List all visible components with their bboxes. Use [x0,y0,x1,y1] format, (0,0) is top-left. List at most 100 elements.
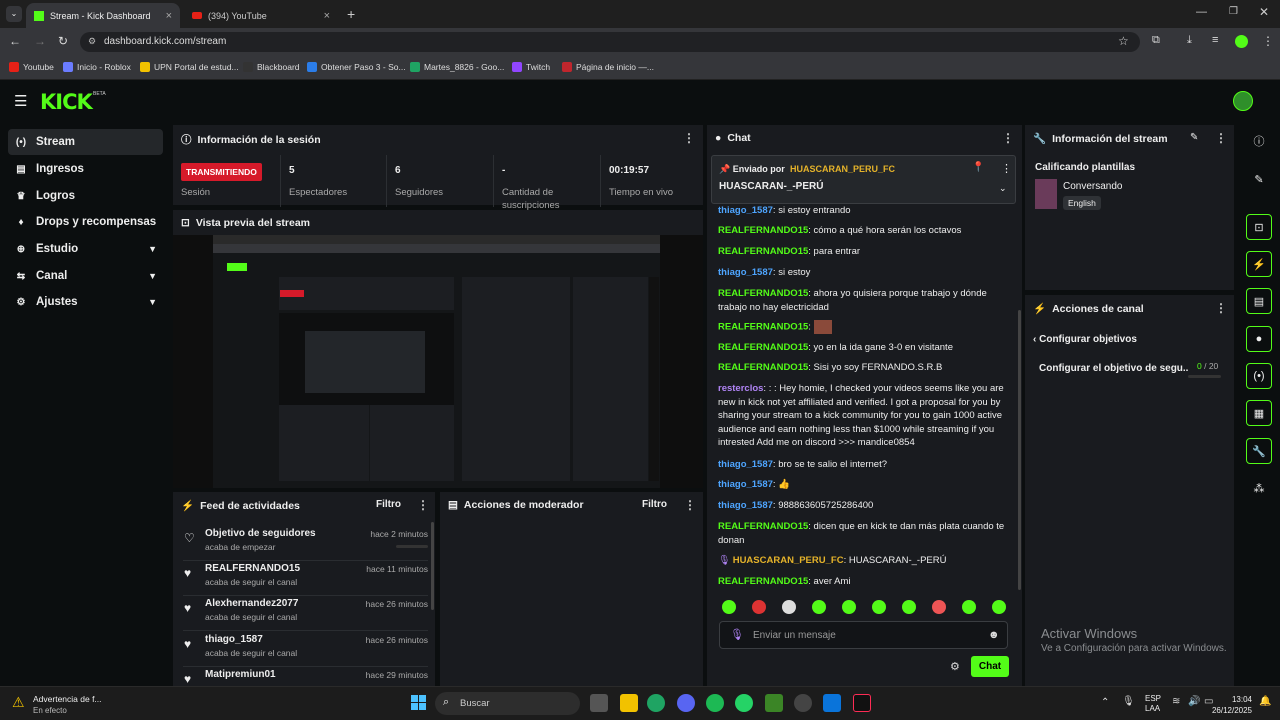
edit-pencil-icon[interactable]: ✎ [1190,132,1198,143]
extensions-icon[interactable]: ⧉ [1152,34,1160,47]
bookmark-inicio[interactable]: Página de inicio —... [562,62,654,72]
emote-icon[interactable] [812,600,826,614]
minecraft-icon[interactable] [765,694,783,712]
task-view-icon[interactable] [590,694,608,712]
close-window-icon[interactable]: ✕ [1259,5,1269,19]
info-icon[interactable]: ⓘ [1246,128,1272,154]
volume-icon[interactable]: 🔊 [1188,696,1200,707]
tab-kick-dashboard[interactable]: Stream - Kick Dashboard × [26,3,180,28]
more-options-icon[interactable]: ⋮ [1001,162,1012,175]
bookmark-obtener[interactable]: Obtener Paso 3 - So... [307,62,406,72]
language-indicator[interactable]: ESP LAA [1145,694,1161,714]
back-icon[interactable]: ← [9,34,21,48]
chat-settings-gear-icon[interactable]: ⚙ [950,660,960,673]
bookmark-youtube[interactable]: Youtube [9,62,54,72]
clipboard-icon[interactable]: ▤ [1246,288,1272,314]
new-tab-button[interactable]: + [347,6,355,22]
warning-title[interactable]: Advertencia de f... [33,694,102,704]
bookmark-star-icon[interactable]: ☆ [1118,34,1129,48]
bookmark-martes[interactable]: Martes_8826 - Goo... [410,62,504,72]
browser-menu-icon[interactable]: ⋮ [1262,34,1274,48]
chat-scrollbar[interactable] [1018,310,1021,590]
chevron-down-icon[interactable]: ⌄ [999,183,1007,194]
sidebar-item-ajustes[interactable]: ⚙ Ajustes ▼ [8,289,163,315]
bookmark-upn[interactable]: UPN Portal de estud... [140,62,239,72]
minimize-icon[interactable]: — [1196,6,1207,18]
forward-icon[interactable]: → [34,34,46,48]
emote-icon[interactable] [932,600,946,614]
user-avatar[interactable] [1233,91,1253,111]
close-tab-icon[interactable]: × [324,10,330,22]
more-options-icon[interactable]: ⋮ [1215,301,1227,315]
windows-start-icon[interactable] [411,695,427,711]
emote-icon[interactable] [902,600,916,614]
bookmark-roblox[interactable]: Inicio - Roblox [63,62,131,72]
wrench-icon[interactable]: 🔧 [1246,438,1272,464]
warning-icon[interactable]: ⚠ [12,694,25,711]
close-tab-icon[interactable]: × [166,10,172,22]
more-options-icon[interactable]: ⋮ [1002,131,1014,145]
goal-label[interactable]: Configurar el objetivo de segu... [1039,363,1189,374]
file-explorer-icon[interactable] [620,694,638,712]
feed-scrollbar[interactable] [431,522,434,610]
sidebar-item-drops[interactable]: ♦ Drops y recompensas [8,209,163,235]
more-options-icon[interactable]: ⋮ [683,131,695,145]
pinned-message[interactable]: 📌 Enviado por HUASCARAN_PERU_FC HUASCARA… [711,155,1016,204]
chevron-up-icon[interactable]: ⌃ [1101,697,1109,708]
whatsapp-icon[interactable] [735,694,753,712]
wifi-icon[interactable]: ≋ [1172,696,1180,707]
hamburger-menu-icon[interactable]: ☰ [14,92,27,110]
clock[interactable]: 13:04 26/12/2025 [1210,694,1252,716]
bookmark-blackboard[interactable]: Blackboard [243,62,300,72]
discord-icon[interactable] [677,694,695,712]
back-configurar[interactable]: ‹ Configurar objetivos [1033,334,1137,345]
more-options-icon[interactable]: ⋮ [684,498,696,512]
emote-icon[interactable] [722,600,736,614]
tiktok-icon[interactable] [853,694,871,712]
maximize-icon[interactable]: ❐ [1229,6,1238,17]
app-icon[interactable] [823,694,841,712]
download-icon[interactable]: ⤓ [1187,34,1192,47]
moderation-icon[interactable]: ▦ [1246,400,1272,426]
emote-icon[interactable] [752,600,766,614]
sidebar-item-canal[interactable]: ⇆ Canal ▼ [8,263,163,289]
broadcast-icon[interactable]: (•) [1246,363,1272,389]
unpin-icon[interactable]: 📍 [972,162,984,173]
more-options-icon[interactable]: ⋮ [1215,131,1227,145]
sidebar-item-logros[interactable]: ♛ Logros [8,183,163,209]
taskbar-search[interactable]: ⌕ Buscar [435,692,580,715]
emote-icon[interactable] [962,600,976,614]
site-info-icon[interactable]: ⚙ [88,36,96,47]
screenshot-icon[interactable]: ⊡ [1246,214,1272,240]
category-name[interactable]: Conversando [1063,181,1122,192]
emote-icon[interactable] [782,600,796,614]
sidebar-item-stream[interactable]: (•) Stream [8,129,163,155]
lightning-icon[interactable]: ⚡ [1246,251,1272,277]
sidebar-item-estudio[interactable]: ⊕ Estudio ▼ [8,236,163,262]
emote-icon[interactable] [842,600,856,614]
mic-icon[interactable]: 🎙 [1122,696,1135,707]
bookmark-twitch[interactable]: Twitch [512,62,550,72]
mod-filter-button[interactable]: Filtro [642,499,667,510]
connections-icon[interactable]: ⁂ [1246,475,1272,501]
emote-icon[interactable] [872,600,886,614]
chat-bubble-icon[interactable]: ● [1246,326,1272,352]
edit-pencil-icon[interactable]: ✎ [1246,166,1272,192]
tab-youtube[interactable]: (394) YouTube × [184,3,338,28]
send-chat-button[interactable]: Chat [971,656,1009,677]
spotify-icon[interactable] [706,694,724,712]
notification-bell-icon[interactable]: 🔔 [1259,696,1271,707]
sidebar-item-ingresos[interactable]: ▤ Ingresos [8,156,163,182]
emoji-icon[interactable]: ☻ [988,629,1000,641]
chat-input[interactable]: 🎙 Enviar un mensaje ☻ [719,621,1008,649]
steam-icon[interactable] [794,694,812,712]
feed-filter-button[interactable]: Filtro [376,499,401,510]
chrome-icon[interactable] [647,694,665,712]
profile-avatar-icon[interactable] [1235,35,1248,48]
reload-icon[interactable]: ↻ [58,34,68,48]
media-icon[interactable]: ≡ [1212,34,1218,46]
kick-logo[interactable]: KICK [40,90,93,114]
emote-icon[interactable] [992,600,1006,614]
tab-search-icon[interactable]: ⌄ [6,6,22,22]
url-field[interactable]: dashboard.kick.com/stream [80,32,1140,52]
